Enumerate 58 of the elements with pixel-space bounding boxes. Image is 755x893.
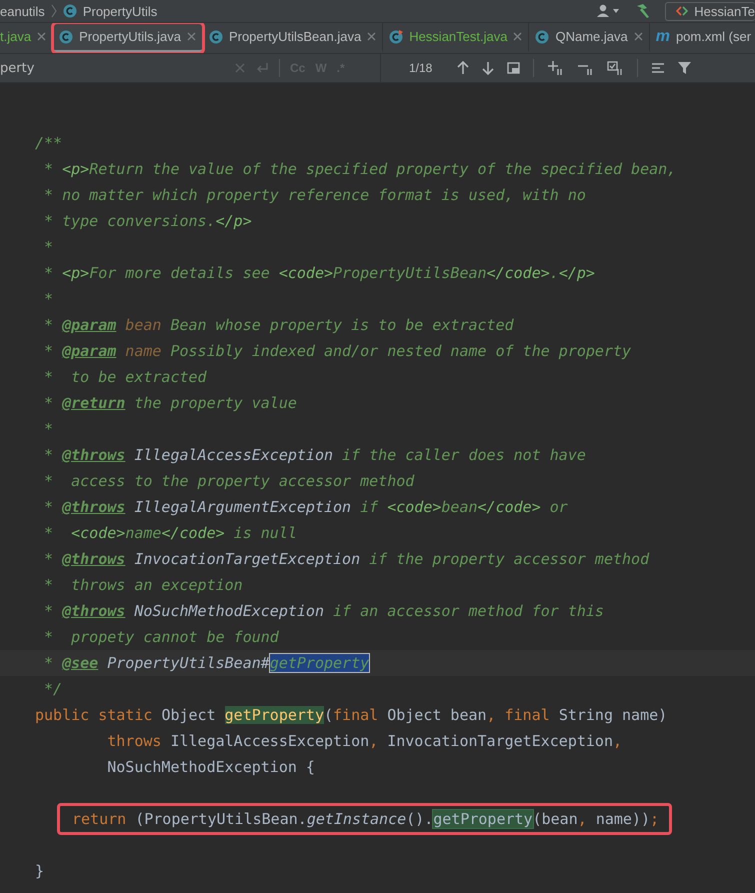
code-line: * @param name Possibly indexed and/or nested name of the property (43, 341, 632, 362)
window-icon[interactable] (507, 62, 520, 74)
code-line: * @throws InvocationTargetException if the property accessor method (43, 549, 650, 570)
file-tab[interactable]: PropertyUtils.java (53, 23, 203, 53)
tab-label: HessianTest.java (409, 29, 508, 44)
filter-lines-icon[interactable] (651, 62, 666, 74)
code-line: * <p>Return the value of the specified property of the specified bean, (43, 159, 676, 180)
code-line: * access to the property accessor method (43, 471, 414, 492)
code-line: * (43, 289, 54, 310)
arrow-up-icon[interactable] (457, 61, 470, 75)
code-line: */ (43, 679, 62, 700)
hammer-icon[interactable] (635, 3, 652, 19)
run-config-selector[interactable]: HessianTe (665, 2, 755, 20)
file-tab[interactable]: m pom.xml (ser (650, 23, 752, 53)
chevron-icon (50, 4, 57, 18)
close-icon[interactable] (513, 32, 522, 41)
code-line: * throws an exception (43, 575, 243, 596)
file-tab[interactable]: HessianTest.java (383, 23, 530, 53)
code-line: * @throws IllegalArgumentException if <code>bean</code> or (43, 497, 568, 518)
maven-icon: m (656, 28, 670, 44)
code-line: } (35, 861, 44, 882)
tab-label: t.java (0, 29, 32, 44)
code-line: * propety cannot be found (43, 627, 279, 648)
breadcrumb-item[interactable]: eanutils (0, 4, 45, 18)
arrow-down-icon[interactable] (482, 61, 494, 75)
tab-label: PropertyUtils.java (79, 29, 181, 44)
code-line: * @throws IllegalAccessException if the caller does not have (43, 445, 586, 466)
code-line: return (PropertyUtilsBean.getInstance().getProperty(bean, name)); (72, 809, 660, 830)
code-line: * @return the property value (43, 393, 297, 414)
filter-icon[interactable] (678, 61, 692, 75)
close-icon[interactable] (367, 32, 376, 41)
code-line: * no matter which property reference format is used, with no (43, 185, 586, 206)
code-line: * @throws NoSuchMethodException if an accessor method for this (43, 601, 604, 622)
search-field[interactable]: perty (0, 60, 225, 76)
code-line: * type conversions.</p> (43, 211, 252, 232)
code-line: * to be extracted (43, 367, 207, 388)
match-count: 1/18 (409, 61, 432, 75)
code-line: public static Object getProperty(final Object bean, final String name) (35, 705, 668, 726)
code-line: * (43, 237, 54, 258)
code-line: NoSuchMethodException { (106, 757, 315, 778)
tab-label: QName.java (555, 29, 628, 44)
add-selection-icon[interactable] (547, 60, 564, 76)
user-icon[interactable] (597, 4, 622, 18)
select-all-icon[interactable] (607, 60, 624, 76)
tab-label: PropertyUtilsBean.java (228, 29, 362, 44)
file-tab[interactable]: PropertyUtilsBean.java (202, 23, 384, 53)
code-line: /** (35, 133, 62, 154)
close-icon[interactable] (37, 32, 46, 41)
code-line: * <p>For more details see <code>PropertyUtilsBean</code>.</p> (43, 263, 595, 284)
code-line: * @see PropertyUtilsBean#getProperty (43, 653, 370, 674)
breadcrumb-item[interactable]: PropertyUtils (82, 4, 158, 18)
close-icon[interactable] (634, 32, 643, 41)
code-line: * <code>name</code> is null (43, 523, 297, 544)
tab-label: pom.xml (ser (676, 29, 752, 44)
file-tab[interactable]: QName.java (529, 23, 650, 53)
code-line: * @param bean Bean whose property is to be extracted (43, 315, 514, 336)
code-line: * (43, 419, 54, 440)
code-line: throws IllegalAccessException, InvocationTargetException, (106, 731, 622, 752)
